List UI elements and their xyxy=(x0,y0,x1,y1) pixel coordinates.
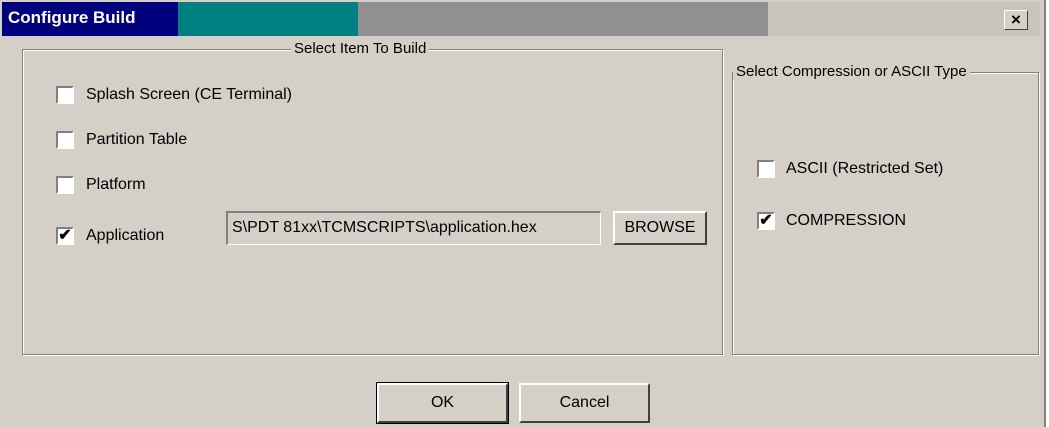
compression-type-group-legend: Select Compression or ASCII Type xyxy=(733,63,970,80)
close-icon[interactable]: × xyxy=(1004,10,1028,30)
platform-label: Platform xyxy=(86,176,146,193)
ascii-restricted-checkbox[interactable] xyxy=(757,160,775,178)
platform-checkbox[interactable] xyxy=(56,176,74,194)
window-title: Configure Build xyxy=(8,8,136,27)
title-gradient-2 xyxy=(178,2,358,36)
partition-table-checkbox[interactable] xyxy=(56,131,74,149)
ascii-restricted-label: ASCII (Restricted Set) xyxy=(786,160,944,177)
application-label: Application xyxy=(86,227,165,244)
title-gradient-4 xyxy=(768,2,1040,36)
ok-button[interactable]: OK xyxy=(376,382,509,424)
application-path-field[interactable]: S\PDT 81xx\TCMSCRIPTS\application.hex xyxy=(226,211,601,245)
splash-screen-label: Splash Screen (CE Terminal) xyxy=(86,86,293,103)
browse-button[interactable]: BROWSE xyxy=(613,211,707,245)
configure-build-dialog: Configure Build × Select Item To Build S… xyxy=(0,0,1046,427)
cancel-button[interactable]: Cancel xyxy=(519,383,650,423)
build-item-group-legend: Select Item To Build xyxy=(291,40,430,57)
title-gradient-3 xyxy=(358,2,768,36)
application-checkbox[interactable]: ✔ xyxy=(56,227,74,245)
splash-screen-checkbox[interactable] xyxy=(56,86,74,104)
partition-table-label: Partition Table xyxy=(86,131,188,148)
title-bar[interactable]: Configure Build × xyxy=(2,2,1040,36)
compression-checkbox[interactable]: ✔ xyxy=(757,212,775,230)
compression-label: COMPRESSION xyxy=(786,212,907,229)
